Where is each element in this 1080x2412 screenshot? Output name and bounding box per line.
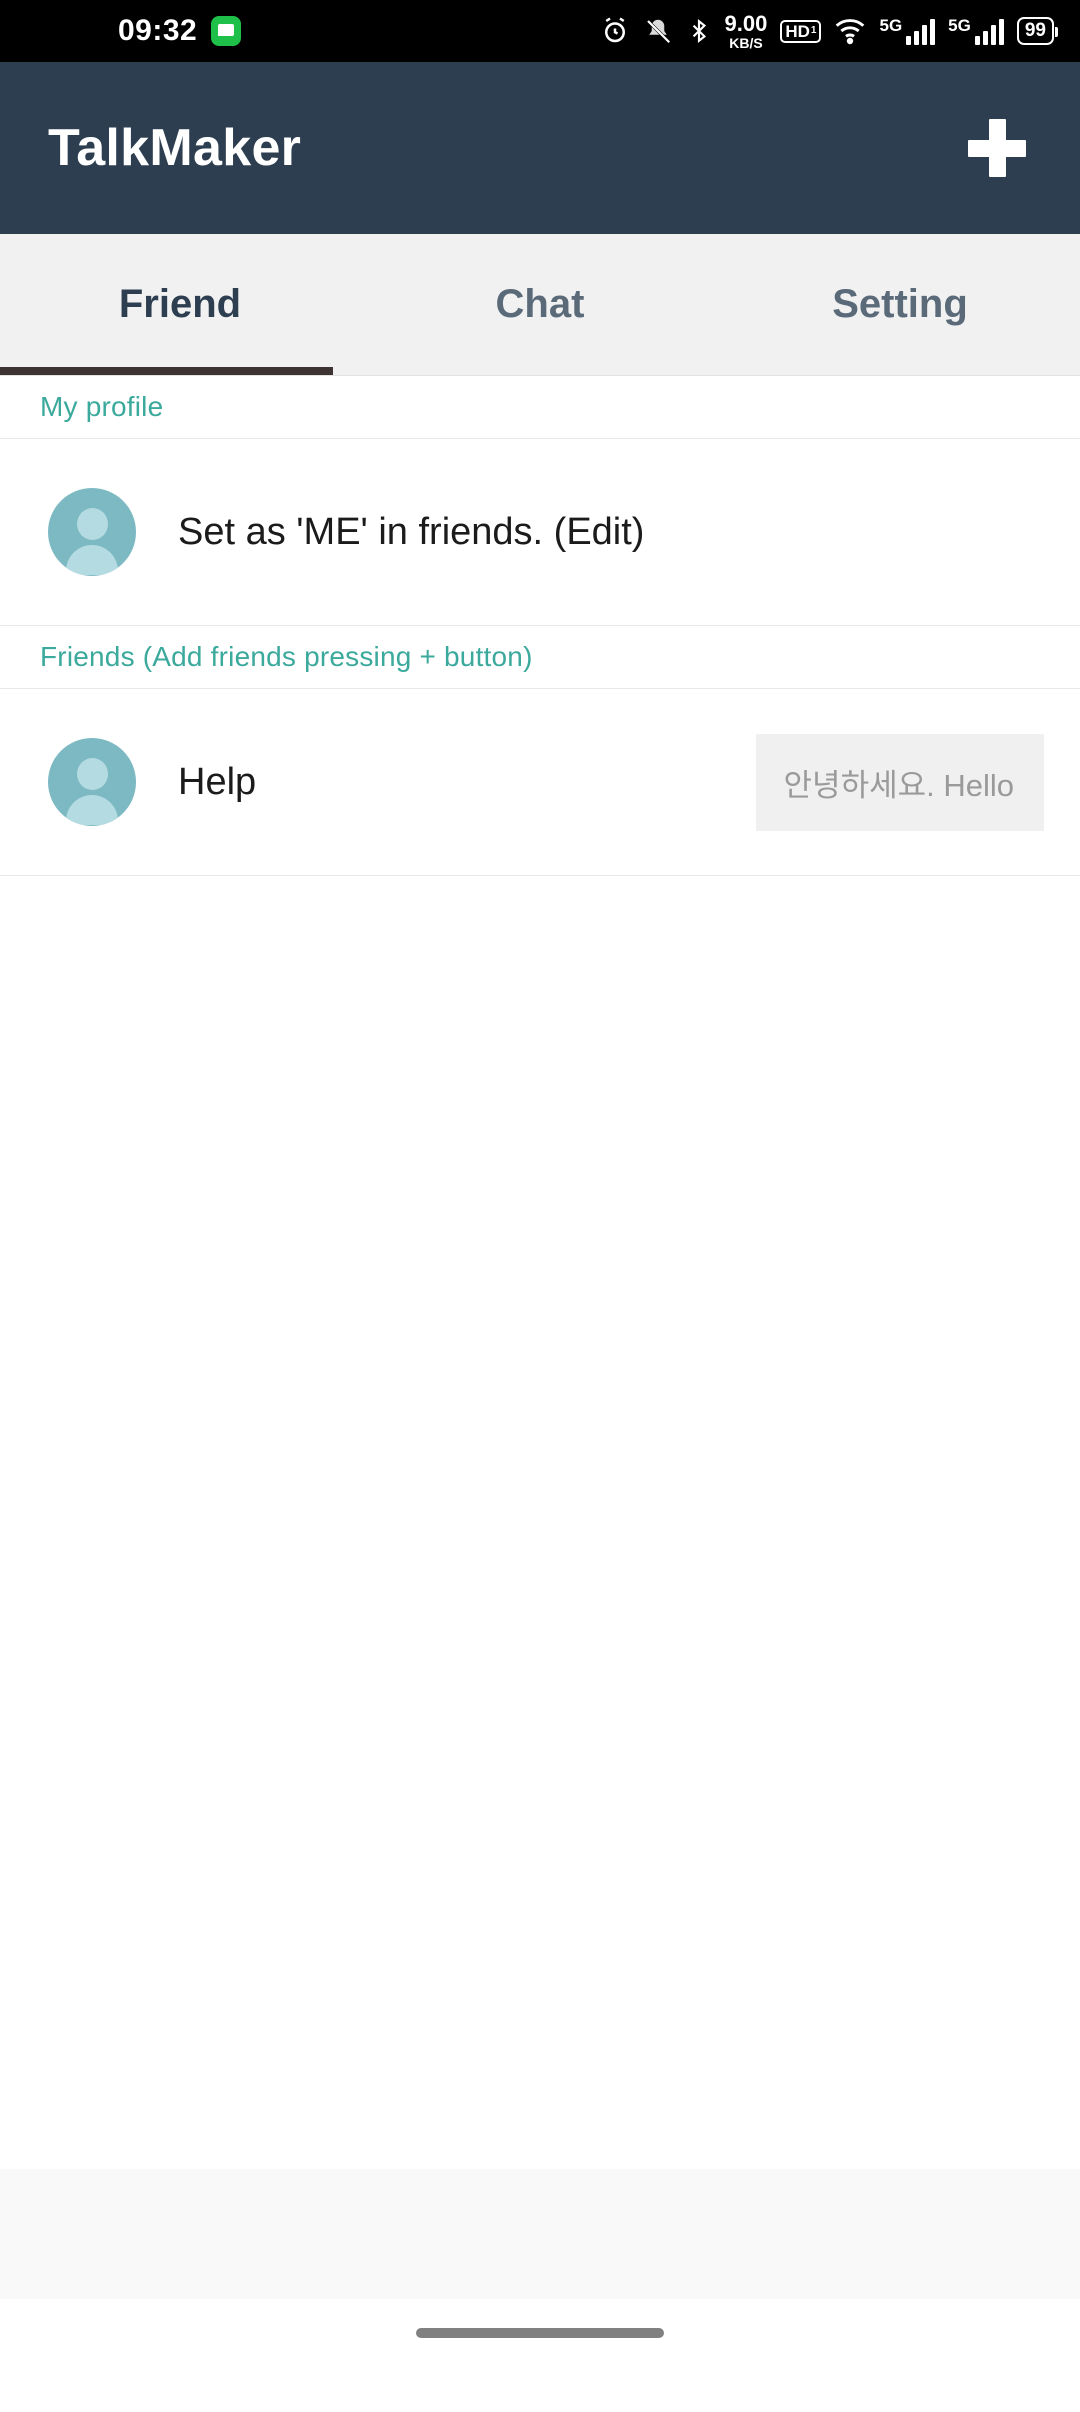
tab-bar: Friend Chat Setting [0,234,1080,376]
tab-chat[interactable]: Chat [360,234,720,375]
battery-icon: 99 [1016,16,1059,46]
tab-friend-label: Friend [118,282,242,326]
phone-screen: 09:32 9.00 KB/S HD 1 5G 5G 99 TalkMaker … [0,0,1080,2412]
status-bar: 09:32 9.00 KB/S HD 1 5G 5G 99 [0,0,1080,62]
hd-voice-icon: HD 1 [780,19,822,43]
person-icon-body [66,795,118,825]
avatar [48,488,136,576]
status-bar-right: 9.00 KB/S HD 1 5G 5G 99 [600,10,1059,51]
sim1-bars [906,19,936,45]
tab-setting[interactable]: Setting [720,234,1080,375]
hd-sup: 1 [810,25,817,36]
tab-friend[interactable]: Friend [0,234,360,375]
app-title: TalkMaker [48,119,302,177]
sim2-network-label: 5G [948,16,971,35]
bottom-banner-area [0,2169,1080,2299]
empty-list-area [0,876,1080,2169]
network-speed-indicator: 9.00 KB/S [724,10,768,51]
list-item-label: Help [178,760,257,803]
sim2-bars [974,19,1004,45]
section-header-friends: Friends (Add friends pressing + button) [0,626,1080,688]
person-icon-head [76,508,108,540]
avatar [48,738,136,826]
app-bar: TalkMaker [0,62,1080,234]
sim2-signal-icon: 5G [948,17,1004,45]
alarm-clock-icon [600,16,630,46]
bell-muted-icon [643,16,673,46]
message-icon [211,16,242,46]
sim1-network-label: 5G [879,16,903,35]
list-item-friend-help[interactable]: Help 안녕하세요. Hello [0,689,1080,875]
tab-active-indicator [0,367,333,375]
gesture-home-bar[interactable] [416,2327,664,2338]
status-bar-left: 09:32 [0,14,242,47]
status-message-bubble: 안녕하세요. Hello [755,733,1044,831]
network-speed-unit: KB/S [729,34,763,51]
add-friend-button[interactable] [960,111,1034,185]
hd-label: HD [785,21,810,41]
network-speed-value: 9.00 [724,10,768,36]
tab-setting-label: Setting [832,282,968,326]
section-header-my-profile: My profile [0,376,1080,438]
person-icon-head [76,758,108,790]
navigation-gesture-area [0,2299,1080,2366]
wifi-icon [834,17,866,45]
person-icon-body [66,545,118,575]
sim1-signal-icon: 5G [879,16,936,45]
status-clock: 09:32 [118,14,198,47]
list-item-my-profile[interactable]: Set as 'ME' in friends. (Edit) [0,439,1080,625]
list-item-label: Set as 'ME' in friends. (Edit) [178,510,645,553]
tab-chat-label: Chat [495,282,585,326]
bluetooth-icon [686,16,712,46]
